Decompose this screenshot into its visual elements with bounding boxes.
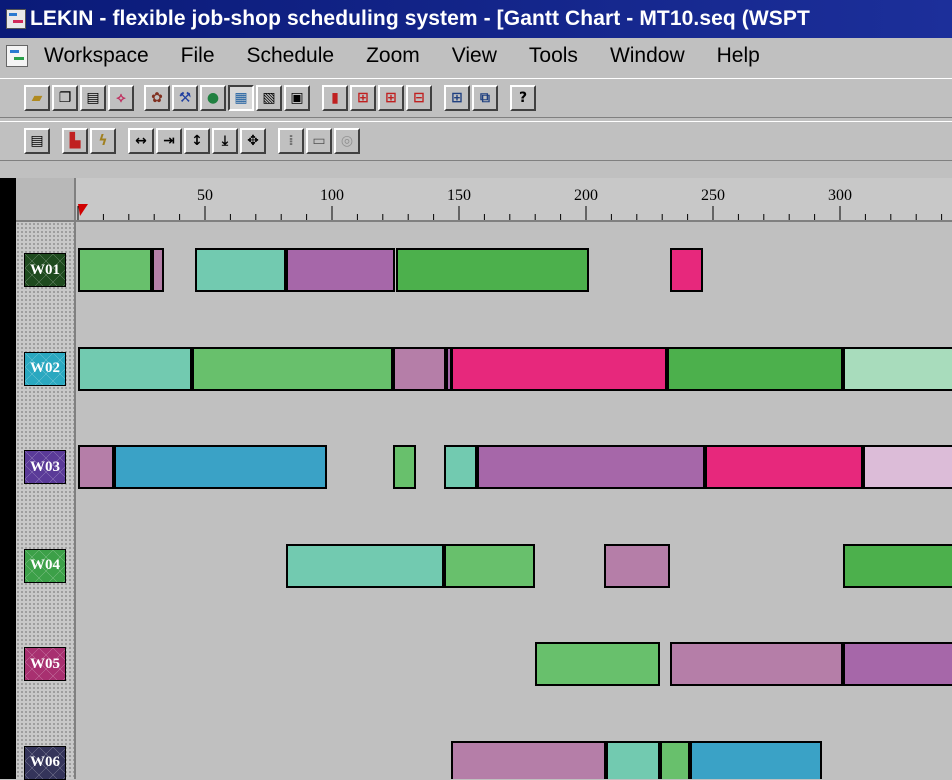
- menu-bar: Workspace File Schedule Zoom View Tools …: [0, 38, 952, 74]
- operation-bar[interactable]: [603, 543, 670, 588]
- first-job-icon[interactable]: ▮: [322, 85, 348, 111]
- disabled-option-icon: ◎: [334, 128, 360, 154]
- print-preview-icon[interactable]: ▤: [80, 85, 106, 111]
- ruler-tick-label: 50: [197, 187, 213, 204]
- help-icon[interactable]: ?: [510, 85, 536, 111]
- operation-bar[interactable]: [286, 248, 396, 292]
- sequence-swap-icon[interactable]: ⊟: [406, 85, 432, 111]
- menu-help[interactable]: Help: [717, 44, 760, 68]
- workcenter-label-text: W06: [30, 754, 60, 770]
- workcenter-label[interactable]: W06: [24, 745, 66, 780]
- operation-bar[interactable]: [286, 543, 444, 588]
- app-icon[interactable]: [6, 9, 26, 29]
- copy-icon[interactable]: ❐: [52, 85, 78, 111]
- menu-zoom[interactable]: Zoom: [366, 44, 420, 68]
- gantt-chart-area[interactable]: [76, 222, 952, 779]
- keyboard-icon[interactable]: ▭: [306, 128, 332, 154]
- grid-icon[interactable]: ⁞: [278, 128, 304, 154]
- operation-bar[interactable]: [78, 445, 114, 489]
- title-bar: LEKIN - flexible job-shop scheduling sys…: [0, 0, 952, 38]
- ruler-tick-label: 250: [701, 187, 725, 204]
- performance-chart-icon[interactable]: ▧: [256, 85, 282, 111]
- menu-file[interactable]: File: [181, 44, 215, 68]
- sequence-back-icon[interactable]: ⊞: [378, 85, 404, 111]
- shrink-height-icon[interactable]: ⤓: [212, 128, 238, 154]
- ruler-tick-label: 200: [574, 187, 598, 204]
- operation-bar[interactable]: [842, 346, 952, 391]
- zoom-width-icon[interactable]: ↔: [128, 128, 154, 154]
- window-edge: [0, 178, 16, 779]
- shrink-width-icon[interactable]: ⇥: [156, 128, 182, 154]
- workcenter-label-column: W01 W02 W03 W04 W05 W06: [16, 222, 76, 780]
- main-toolbar: ▰ ❐ ▤ ⟡ ✿ ⚒ ● ▦ ▧ ▣ ▮ ⊞ ⊞ ⊟ ⊞ ⧉ ?: [0, 78, 952, 118]
- time-ruler-ticks: 50 100 150 200 250 300: [77, 187, 943, 220]
- operation-bar[interactable]: [862, 445, 952, 489]
- workcenter-label-text: W05: [30, 655, 60, 672]
- operation-bar[interactable]: [690, 740, 823, 779]
- workcenter-label[interactable]: W02: [24, 351, 66, 386]
- operation-bar[interactable]: [192, 346, 393, 391]
- operation-bar[interactable]: [443, 445, 477, 489]
- document-icon[interactable]: [6, 45, 28, 67]
- lightning-icon[interactable]: ϟ: [90, 128, 116, 154]
- workcenter-label[interactable]: W01: [24, 253, 66, 287]
- window-title: LEKIN - flexible job-shop scheduling sys…: [30, 7, 810, 30]
- machine-icon[interactable]: ✿: [144, 85, 170, 111]
- operation-bar[interactable]: [667, 346, 843, 391]
- globe-icon[interactable]: ●: [200, 85, 226, 111]
- gantt-toolbar: ▤ ▙ ϟ ↔ ⇥ ↕ ⤓ ✥ ⁞ ▭ ◎: [0, 121, 952, 161]
- bar-chart-icon[interactable]: ▙: [62, 128, 88, 154]
- menu-view[interactable]: View: [452, 44, 497, 68]
- menu-schedule[interactable]: Schedule: [247, 44, 335, 68]
- ruler-tick-label: 150: [447, 187, 471, 204]
- operation-bar[interactable]: [443, 543, 536, 588]
- cascade-icon[interactable]: ⧉: [472, 85, 498, 111]
- operation-bar[interactable]: [669, 642, 843, 686]
- operation-bar[interactable]: [606, 740, 660, 779]
- operation-bar[interactable]: [842, 543, 952, 588]
- operation-bar[interactable]: [78, 346, 193, 391]
- operation-bar[interactable]: [151, 248, 165, 292]
- log-icon[interactable]: ▣: [284, 85, 310, 111]
- workcenter-label-text: W03: [30, 458, 60, 475]
- operation-bar[interactable]: [535, 642, 660, 686]
- time-marker-icon: [78, 204, 88, 216]
- open-folder-icon[interactable]: ▰: [24, 85, 50, 111]
- operation-bar[interactable]: [451, 346, 668, 391]
- operation-bar[interactable]: [113, 445, 327, 489]
- workcenter-label-text: W02: [30, 360, 60, 376]
- print-icon[interactable]: ▤: [24, 128, 50, 154]
- operation-bar[interactable]: [705, 445, 863, 489]
- tile-icon[interactable]: ⊞: [444, 85, 470, 111]
- menu-tools[interactable]: Tools: [529, 44, 578, 68]
- operation-bar[interactable]: [78, 248, 152, 292]
- operation-bar[interactable]: [194, 248, 287, 292]
- workcenter-label[interactable]: W03: [24, 450, 66, 484]
- tool-icon[interactable]: ⚒: [172, 85, 198, 111]
- workcenter-label-text: W04: [30, 557, 60, 573]
- operation-bar[interactable]: [659, 740, 691, 779]
- menu-workspace[interactable]: Workspace: [44, 44, 149, 68]
- time-ruler: 50 100 150 200 250 300: [76, 178, 952, 222]
- workcenter-label-text: W01: [30, 261, 60, 278]
- operation-bar[interactable]: [476, 445, 706, 489]
- gantt-chart-icon[interactable]: ▦: [228, 85, 254, 111]
- fit-all-icon[interactable]: ✥: [240, 128, 266, 154]
- workcenter-label[interactable]: W05: [24, 647, 66, 681]
- operation-bar[interactable]: [669, 248, 703, 292]
- network-icon[interactable]: ⟡: [108, 85, 134, 111]
- ruler-tick-label: 100: [320, 187, 344, 204]
- operation-bar[interactable]: [392, 445, 416, 489]
- operation-bar[interactable]: [395, 248, 589, 292]
- operation-bar[interactable]: [451, 740, 607, 779]
- zoom-height-icon[interactable]: ↕: [184, 128, 210, 154]
- ruler-corner: [16, 178, 76, 222]
- workcenter-label[interactable]: W04: [24, 548, 66, 583]
- operation-bar[interactable]: [392, 346, 447, 391]
- operation-bar[interactable]: [842, 642, 952, 686]
- sequence-forward-icon[interactable]: ⊞: [350, 85, 376, 111]
- menu-window[interactable]: Window: [610, 44, 685, 68]
- ruler-tick-label: 300: [828, 187, 852, 204]
